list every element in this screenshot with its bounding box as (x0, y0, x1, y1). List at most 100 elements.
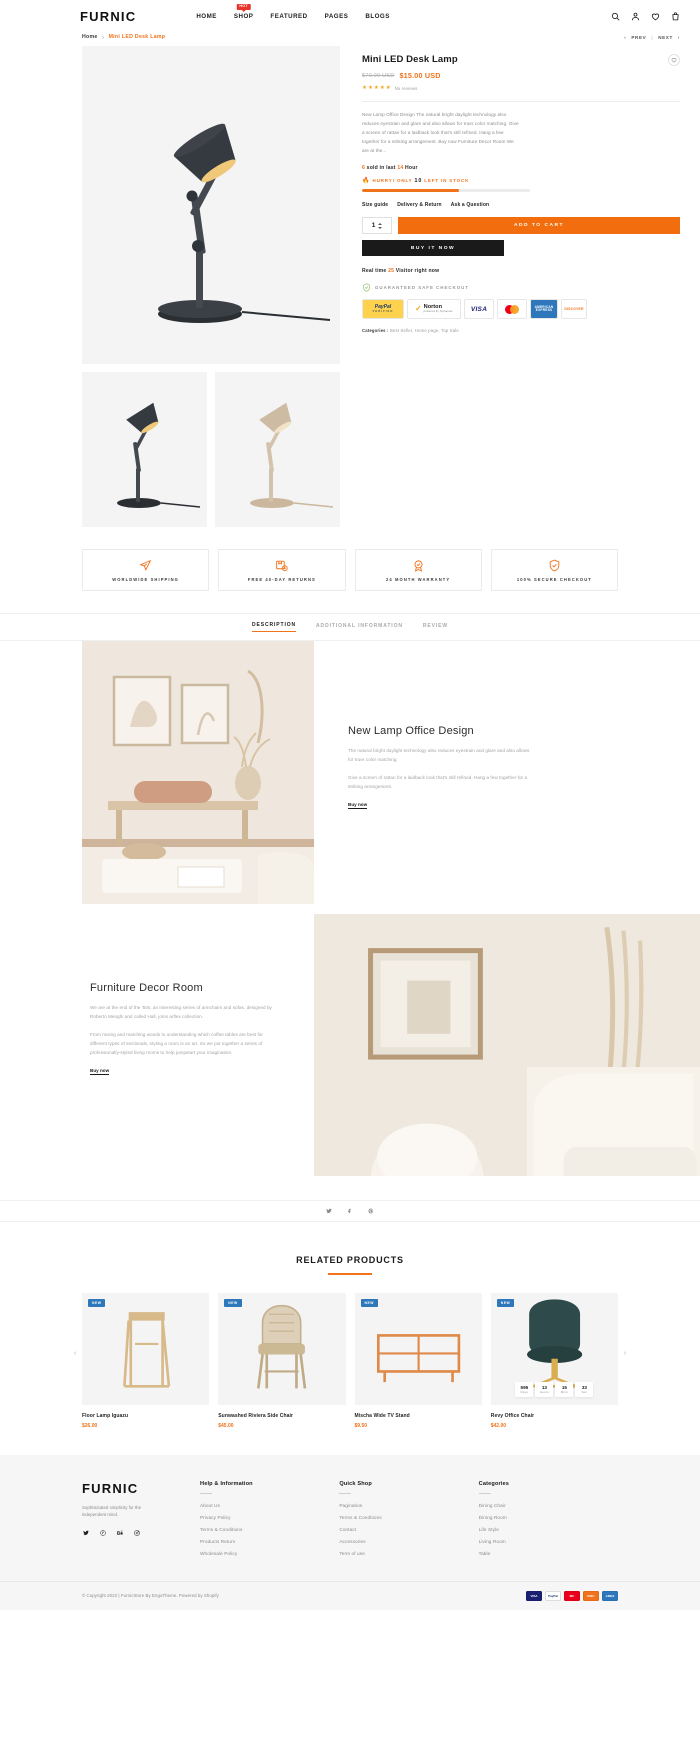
carousel-prev-arrow[interactable]: ‹ (70, 1349, 80, 1359)
instagram-icon[interactable] (133, 1529, 141, 1537)
product-thumbnail-2[interactable] (215, 372, 340, 527)
carousel-next-arrow[interactable]: › (620, 1349, 630, 1359)
footer-payment-icons: VISA PayPal MC DISC AMEX (526, 1590, 618, 1601)
product-card[interactable]: NEW Mischa Wide TV Stand $9.50 (354, 1292, 482, 1429)
safe-checkout-label: GUARANTEED SAFE CHECKOUT (375, 285, 470, 291)
quantity-value: 1 (371, 222, 376, 230)
divider (339, 1492, 352, 1494)
countdown-label: Days (520, 1390, 529, 1395)
product-card-image[interactable]: NEW 595 Days 13 Hours 15 Mins 33 Sec (490, 1292, 618, 1405)
footer-link[interactable]: About Us (200, 1503, 329, 1508)
product-card-name[interactable]: Revy Office Chair (491, 1413, 618, 1419)
footer-column-categories: Categories Dining Chair Dining Room Life… (478, 1481, 618, 1563)
product-card[interactable]: NEW 595 Days 13 Hours 15 Mins 33 Sec Rev… (490, 1292, 618, 1429)
buy-it-now-button[interactable]: BUY IT NOW (362, 240, 504, 257)
norton-badge: ✓ Norton powered by Symantec (407, 299, 461, 320)
footer-logo[interactable]: FURNIC (82, 1481, 200, 1496)
related-products-section: RELATED PRODUCTS ‹ › NEW Floor Lamp Igua… (0, 1222, 700, 1429)
footer-link[interactable]: Wholesale Policy (200, 1551, 329, 1556)
product-card-name[interactable]: Mischa Wide TV Stand (355, 1413, 482, 1419)
footer-link[interactable]: Products Return (200, 1539, 329, 1544)
site-logo[interactable]: FURNIC (80, 9, 136, 24)
editorial-image-decor-room (314, 914, 700, 1176)
amex-badge: AMERICAN EXPRESS (530, 299, 558, 320)
product-main-image[interactable] (82, 46, 340, 364)
divider (362, 100, 680, 102)
quantity-increase-icon[interactable] (378, 222, 383, 225)
size-guide-link[interactable]: Size guide (362, 202, 388, 208)
footer-link[interactable]: Living Room (479, 1539, 608, 1544)
share-bar (0, 1200, 700, 1222)
rating-row[interactable]: ★ ★ ★ ★ ★ No reviews (362, 85, 680, 92)
add-to-cart-button[interactable]: ADD TO CART (398, 217, 680, 235)
shield-check-icon (363, 283, 370, 292)
wishlist-icon[interactable] (651, 12, 660, 21)
pinterest-icon[interactable] (99, 1529, 107, 1537)
divider (200, 1492, 212, 1494)
behance-icon[interactable] (116, 1529, 124, 1537)
heart-icon (671, 58, 677, 63)
footer-link[interactable]: Privacy Policy (200, 1515, 329, 1520)
product-card-image[interactable]: NEW (218, 1292, 346, 1405)
nav-hot-badge: HOT (236, 3, 251, 12)
nav-item-featured[interactable]: FEATURED (270, 13, 307, 20)
tab-review[interactable]: REVIEW (423, 623, 448, 632)
nav-item-blogs[interactable]: BLOGS (365, 13, 390, 20)
nav-item-shop[interactable]: HOT SHOP (234, 3, 254, 20)
breadcrumb-home[interactable]: Home (82, 34, 98, 40)
product-card[interactable]: NEW Sunwashed Riviera Side Chair $45.00 (218, 1292, 346, 1429)
footer-link[interactable]: Terms & Conditions (339, 1515, 468, 1520)
footer-link[interactable]: Life Style (479, 1527, 608, 1532)
product-card[interactable]: NEW Floor Lamp Iguazu $26.00 (82, 1292, 210, 1429)
product-card-name[interactable]: Floor Lamp Iguazu (82, 1413, 209, 1419)
prev-product-link[interactable]: PREV (631, 35, 646, 40)
footer-link[interactable]: Table (479, 1551, 608, 1556)
tab-description[interactable]: DESCRIPTION (251, 622, 297, 632)
stock-progress-bar (362, 189, 530, 193)
search-icon[interactable] (611, 12, 620, 21)
next-product-link[interactable]: NEXT (658, 35, 673, 40)
footer-tagline: Sophisticated simplicity for the indepen… (82, 1504, 142, 1518)
account-icon[interactable] (631, 12, 640, 21)
sold-hours: 14 (397, 165, 404, 172)
footer-link[interactable]: Dining Chair (479, 1503, 608, 1508)
product-card-image[interactable]: NEW (354, 1292, 482, 1405)
editorial-buy-now-link[interactable]: Buy now (348, 802, 368, 809)
editorial-buy-now-link[interactable]: Buy now (90, 1068, 110, 1075)
footer-link[interactable]: Accessories (339, 1539, 468, 1544)
twitter-icon[interactable] (82, 1529, 90, 1537)
product-card-name[interactable]: Sunwashed Riviera Side Chair (218, 1413, 345, 1419)
breadcrumb-separator: > (101, 34, 105, 40)
pinterest-icon[interactable] (367, 1207, 376, 1216)
categories-value[interactable]: Best Seller, Home page, Top Sale (390, 328, 459, 333)
delivery-return-link[interactable]: Delivery & Return (397, 202, 442, 208)
twitter-icon[interactable] (325, 1207, 334, 1216)
add-to-wishlist-button[interactable] (668, 54, 680, 66)
footer-link[interactable]: Dining Room (479, 1515, 608, 1520)
footer-link[interactable]: Terms & Conditions (200, 1527, 329, 1532)
footer-link[interactable]: Contact (339, 1527, 468, 1532)
warranty-badge-icon (414, 559, 423, 572)
product-meta-links: Size guide Delivery & Return Ask a Quest… (362, 202, 680, 208)
tab-additional-information[interactable]: ADDITIONAL INFORMATION (316, 623, 403, 632)
living-room-illustration (82, 641, 314, 904)
review-count: No reviews (394, 86, 418, 92)
product-thumbnail-1[interactable] (82, 372, 207, 527)
footer-link[interactable]: Pagination (339, 1503, 468, 1508)
next-arrow-icon[interactable]: › (678, 35, 680, 40)
ask-question-link[interactable]: Ask a Question (451, 202, 490, 208)
cart-icon[interactable] (671, 11, 680, 21)
realtime-count: 25 (388, 268, 395, 275)
product-card-image[interactable]: NEW (82, 1292, 210, 1405)
editorial-paragraph: The natural bright daylight technology a… (348, 748, 530, 762)
divider (478, 1492, 491, 1494)
quantity-stepper[interactable]: 1 (362, 217, 392, 235)
facebook-icon[interactable] (346, 1207, 355, 1216)
price-original: $70.00 USD (362, 72, 395, 79)
nav-item-home[interactable]: HOME (196, 13, 217, 20)
quantity-decrease-icon[interactable] (378, 226, 383, 229)
footer-link[interactable]: Term of use (339, 1551, 468, 1556)
prev-arrow-icon[interactable]: ‹ (624, 35, 626, 40)
feature-label: FREE 40-DAY RETURNS (247, 576, 316, 582)
nav-item-pages[interactable]: PAGES (325, 13, 349, 20)
